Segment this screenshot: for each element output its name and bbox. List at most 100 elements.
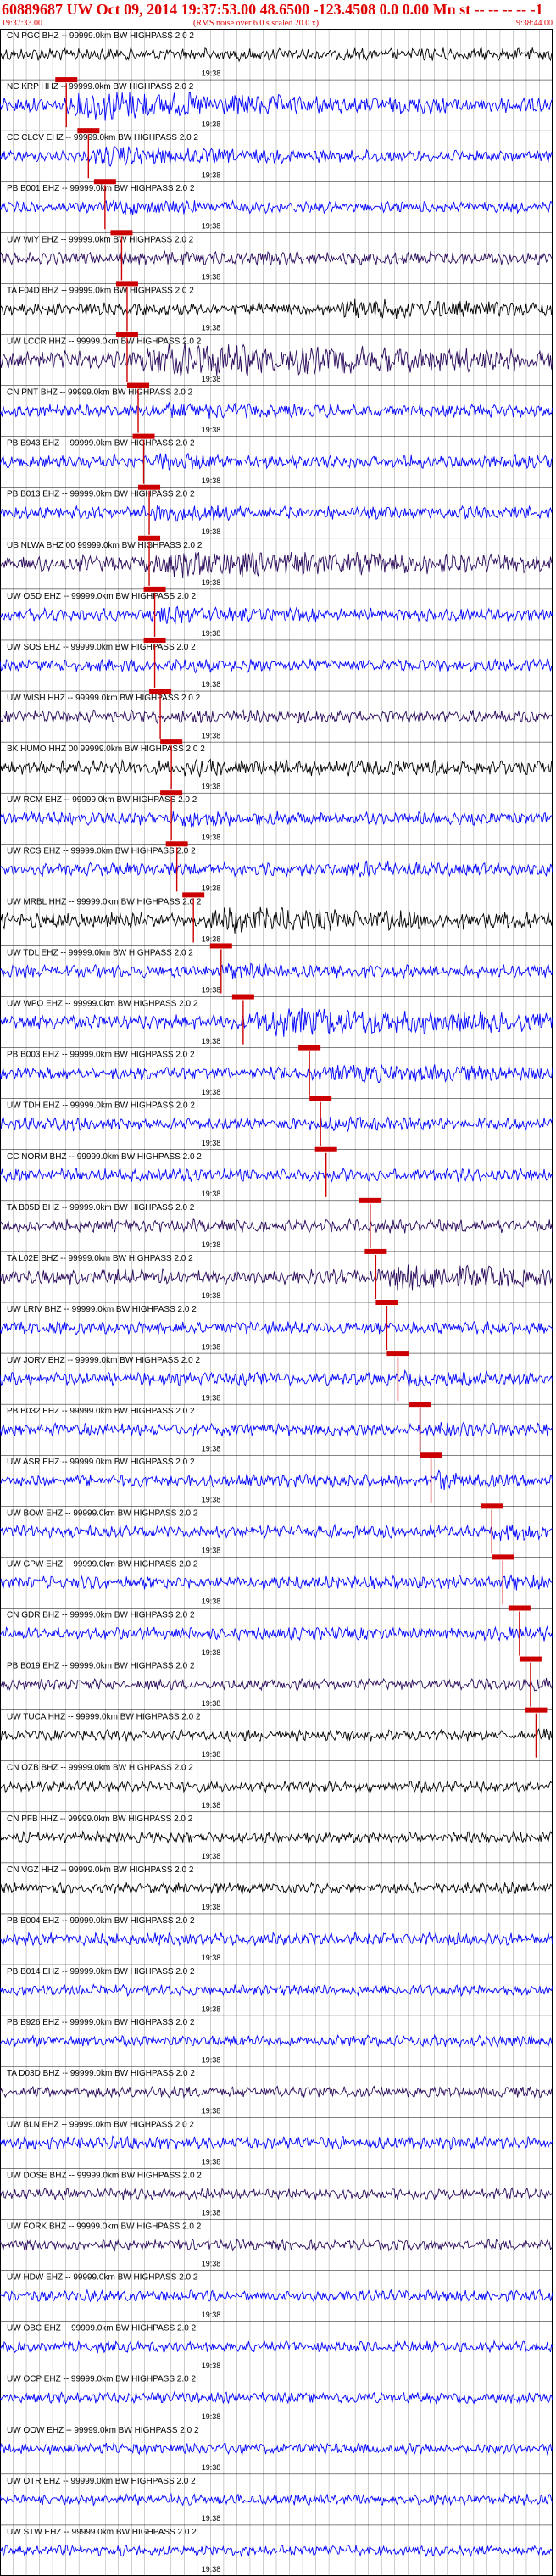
time-tick-label: 19:38 <box>202 2514 221 2523</box>
phase-pick-box <box>314 1146 337 1152</box>
phase-pick-box <box>77 128 100 134</box>
seismogram-plot: CN PGC BHZ -- 99999.0km BW HIGHPASS 2.0 … <box>0 29 553 2576</box>
channel-label: CC CLCV EHZ -- 99999.0km BW HIGHPASS 2.0… <box>7 133 198 142</box>
time-tick-label: 19:38 <box>202 1496 221 1504</box>
time-tick-label: 19:38 <box>202 2412 221 2421</box>
phase-pick-box <box>138 535 161 541</box>
phase-pick-box <box>143 586 166 592</box>
channel-label: TA B05D BHZ -- 99999.0km BW HIGHPASS 2.0… <box>7 1203 195 1213</box>
end-time: 19:38:44.00 <box>511 19 553 28</box>
channel-label: UW RCS EHZ -- 99999.0km BW HIGHPASS 2.0 … <box>7 846 196 856</box>
channel-label: CN PNT BHZ -- 99999.0km BW HIGHPASS 2.0 … <box>7 388 193 398</box>
time-tick-label: 19:38 <box>202 1291 221 1300</box>
time-tick-label: 19:38 <box>202 1088 221 1096</box>
channel-label: UW DOSE BHZ -- 99999.0km BW HIGHPASS 2.0… <box>7 2171 202 2180</box>
phase-pick-box <box>525 1707 548 1713</box>
channel-label: UW WIY EHZ -- 99999.0km BW HIGHPASS 2.0 … <box>7 235 194 244</box>
channel-label: TA L02E BHZ -- 99999.0km BW HIGHPASS 2.0… <box>7 1254 193 1263</box>
channel-label: UW RCM EHZ -- 99999.0km BW HIGHPASS 2.0 … <box>7 795 197 805</box>
channel-label: CN VGZ HHZ -- 99999.0km BW HIGHPASS 2.0 … <box>7 1865 194 1875</box>
phase-pick-box <box>149 689 172 694</box>
channel-label: PB B926 EHZ -- 99999.0km BW HIGHPASS 2.0… <box>7 2018 195 2027</box>
channel-label: CN PFB HHZ -- 99999.0km BW HIGHPASS 2.0 … <box>7 1815 193 1824</box>
time-tick-label: 19:38 <box>202 1699 221 1708</box>
time-tick-label: 19:38 <box>202 2158 221 2166</box>
channel-label: UW LRIV BHZ -- 99999.0km BW HIGHPASS 2.0… <box>7 1305 197 1314</box>
time-tick-label: 19:38 <box>202 2260 221 2268</box>
time-tick-label: 19:38 <box>202 2004 221 2013</box>
time-tick-label: 19:38 <box>202 2463 221 2472</box>
time-tick-label: 19:38 <box>202 426 221 434</box>
phase-pick-box <box>375 1300 398 1305</box>
phase-pick-box <box>182 892 205 898</box>
channel-label: TA D03D BHZ -- 99999.0km BW HIGHPASS 2.0… <box>7 2069 195 2078</box>
time-tick-label: 19:38 <box>202 170 221 179</box>
time-tick-label: 19:38 <box>202 120 221 128</box>
channel-label: UW OCP EHZ -- 99999.0km BW HIGHPASS 2.0 … <box>7 2375 196 2384</box>
channel-label: UW SOS EHZ -- 99999.0km BW HIGHPASS 2.0 … <box>7 643 196 652</box>
phase-pick-box <box>492 1554 514 1560</box>
phase-pick-box <box>420 1452 442 1458</box>
channel-label: CN OZB BHZ -- 99999.0km BW HIGHPASS 2.0 … <box>7 1764 193 1773</box>
channel-label: PB B943 EHZ -- 99999.0km BW HIGHPASS 2.0… <box>7 439 195 449</box>
channel-label: UW WPO EHZ -- 99999.0km BW HIGHPASS 2.0 … <box>7 1000 198 1009</box>
phase-pick-box <box>143 637 166 643</box>
channel-label: UW TDL EHZ -- 99999.0km BW HIGHPASS 2.0 … <box>7 948 193 957</box>
channel-label: UW JORV EHZ -- 99999.0km BW HIGHPASS 2.0… <box>7 1356 200 1365</box>
time-tick-label: 19:38 <box>202 1547 221 1555</box>
time-tick-label: 19:38 <box>202 1139 221 1147</box>
plot-header: 60889687 UW Oct 09, 2014 19:37:53.00 48.… <box>0 0 556 29</box>
phase-pick-box <box>115 332 138 337</box>
channel-label: UW OTR EHZ -- 99999.0km BW HIGHPASS 2.0 … <box>7 2477 196 2486</box>
phase-pick-box <box>359 1197 381 1203</box>
time-tick-label: 19:38 <box>202 578 221 587</box>
time-tick-label: 19:38 <box>202 1597 221 1606</box>
phase-pick-box <box>132 433 155 439</box>
channel-label: UW WISH HHZ -- 99999.0km BW HIGHPASS 2.0… <box>7 694 201 703</box>
phase-pick-box <box>209 943 232 949</box>
time-tick-label: 19:38 <box>202 1037 221 1045</box>
time-tick-label: 19:38 <box>202 833 221 841</box>
channel-label: PB B032 EHZ -- 99999.0km BW HIGHPASS 2.0… <box>7 1407 195 1416</box>
channel-label: NC KRP HHZ -- 99999.0km BW HIGHPASS 2.0 … <box>7 82 194 92</box>
time-tick-label: 19:38 <box>202 375 221 383</box>
phase-pick-box <box>165 841 188 847</box>
phase-pick-box <box>298 1045 321 1051</box>
channel-label: PB B014 EHZ -- 99999.0km BW HIGHPASS 2.0… <box>7 1967 195 1977</box>
channel-label: TA F04D BHZ -- 99999.0km BW HIGHPASS 2.0… <box>7 286 194 295</box>
phase-pick-box <box>481 1503 503 1509</box>
time-tick-label: 19:38 <box>202 222 221 231</box>
time-tick-label: 19:38 <box>202 884 221 893</box>
time-tick-label: 19:38 <box>202 477 221 485</box>
time-tick-label: 19:38 <box>202 1241 221 1249</box>
time-tick-label: 19:38 <box>202 2209 221 2217</box>
time-tick-label: 19:38 <box>202 1954 221 1962</box>
time-tick-label: 19:38 <box>202 731 221 739</box>
phase-pick-box <box>160 790 183 796</box>
channel-label: UW FORK BHZ -- 99999.0km BW HIGHPASS 2.0… <box>7 2222 202 2231</box>
channel-label: UW MRBL HHZ -- 99999.0km BW HIGHPASS 2.0… <box>7 897 202 906</box>
noise-note: (RMS noise over 6.0 s scaled 20.0 x) <box>193 19 320 28</box>
phase-pick-box <box>160 739 183 745</box>
time-tick-label: 19:38 <box>202 69 221 77</box>
time-tick-label: 19:38 <box>202 986 221 995</box>
time-tick-label: 19:38 <box>202 527 221 536</box>
channel-label: UW STW EHZ -- 99999.0km BW HIGHPASS 2.0 … <box>7 2528 197 2537</box>
time-tick-label: 19:38 <box>202 2106 221 2115</box>
time-tick-label: 19:38 <box>202 1903 221 1911</box>
time-tick-label: 19:38 <box>202 1801 221 1809</box>
phase-pick-box <box>386 1351 409 1357</box>
time-tick-label: 19:38 <box>202 2055 221 2064</box>
phase-pick-box <box>93 179 116 185</box>
time-tick-label: 19:38 <box>202 935 221 944</box>
channel-label: PB B003 EHZ -- 99999.0km BW HIGHPASS 2.0… <box>7 1051 195 1060</box>
time-tick-label: 19:38 <box>202 2565 221 2573</box>
time-tick-label: 19:38 <box>202 2311 221 2319</box>
time-tick-label: 19:38 <box>202 680 221 689</box>
channel-label: CN PGC BHZ -- 99999.0km BW HIGHPASS 2.0 … <box>7 31 194 41</box>
time-tick-label: 19:38 <box>202 1444 221 1452</box>
start-time: 19:37:33.00 <box>2 19 43 28</box>
time-tick-label: 19:38 <box>202 1852 221 1860</box>
channel-label: UW TUCA HHZ -- 99999.0km BW HIGHPASS 2.0… <box>7 1713 201 1722</box>
channel-label: UW TDH EHZ -- 99999.0km BW HIGHPASS 2.0 … <box>7 1101 195 1111</box>
